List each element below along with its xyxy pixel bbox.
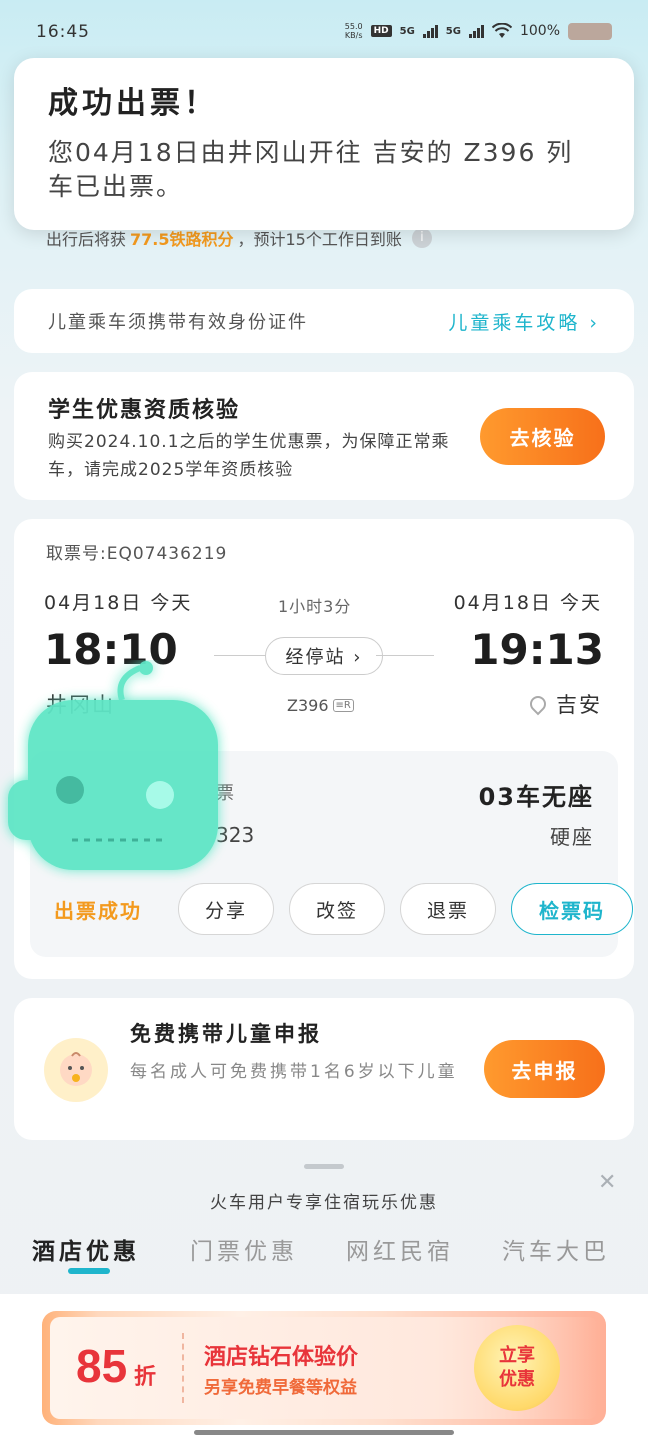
- tab-tickets[interactable]: 门票优惠: [190, 1232, 298, 1266]
- train-number: Z396 ≡R: [287, 696, 354, 715]
- student-verify-card: 学生优惠资质核验 购买2024.10.1之后的学生优惠票，为保障正常乘车，请完成…: [14, 372, 634, 500]
- hotel-promo-banner[interactable]: 85 折 酒店钻石体验价 另享免费早餐等权益 立享优惠: [42, 1311, 606, 1425]
- share-button[interactable]: 分享: [178, 883, 274, 935]
- wifi-icon: [491, 23, 512, 38]
- banner-subtitle: 另享免费早餐等权益: [204, 1378, 357, 1398]
- stops-button[interactable]: 经停站 ›: [265, 637, 383, 675]
- discount-value: 85: [76, 1340, 128, 1392]
- baby-icon: [44, 1038, 108, 1102]
- route-line-right: [376, 655, 434, 656]
- seat-class: 硬座: [550, 825, 594, 849]
- declare-button[interactable]: 去申报: [484, 1040, 605, 1098]
- ticket-number: 取票号:EQ07436219: [46, 544, 228, 564]
- info-icon[interactable]: i: [411, 228, 432, 248]
- child-notice-text: 儿童乘车须携带有效身份证件: [48, 312, 308, 333]
- active-tab-indicator: [68, 1268, 110, 1274]
- trip-duration: 1小时3分: [278, 597, 352, 616]
- free-child-title: 免费携带儿童申报: [130, 1022, 322, 1046]
- battery-icon: [568, 22, 612, 40]
- banner-divider: [182, 1333, 184, 1403]
- discount-unit: 折: [134, 1365, 157, 1390]
- train-type-icon: ≡R: [332, 699, 354, 712]
- promo-title: 火车用户专享住宿玩乐优惠: [210, 1193, 438, 1213]
- tab-homestay[interactable]: 网红民宿: [346, 1232, 454, 1266]
- child-guide-link[interactable]: 儿童乘车攻略 ›: [448, 308, 600, 335]
- sim2-label: 5G: [445, 25, 461, 37]
- child-notice-card: 儿童乘车须携带有效身份证件 儿童乘车攻略 ›: [14, 289, 634, 353]
- notification-body: 您04月18日由井冈山开往 吉安的 Z396 列车已出票。: [48, 138, 574, 201]
- claim-button-label: 立享优惠: [499, 1345, 535, 1390]
- drag-handle[interactable]: [304, 1164, 344, 1169]
- ticket-success-notification[interactable]: 成功出票！ 您04月18日由井冈山开往 吉安的 Z396 列车已出票。: [14, 58, 634, 230]
- notification-title: 成功出票！: [48, 86, 218, 121]
- verify-button[interactable]: 去核验: [480, 408, 605, 465]
- free-child-card: 免费携带儿童申报 每名成人可免费携带1名6岁以下儿童 去申报: [14, 998, 634, 1140]
- train-number-text: Z396: [287, 696, 329, 715]
- arrival-time: 19:13: [470, 625, 604, 674]
- status-indicators: 55.0 KB/s HD 5G 5G 100%: [345, 22, 612, 40]
- hd-icon: HD: [370, 25, 392, 37]
- arrival-date: 04月18日 今天: [453, 592, 602, 614]
- close-icon[interactable]: ✕: [598, 1170, 616, 1195]
- check-code-button[interactable]: 检票码: [511, 883, 633, 935]
- battery-percent: 100%: [519, 23, 560, 39]
- free-child-desc: 每名成人可免费携带1名6岁以下儿童: [130, 1062, 458, 1082]
- status-time: 16:45: [36, 22, 90, 42]
- route-line-left: [214, 655, 272, 656]
- coach-seat: 03车无座: [478, 783, 594, 811]
- sim1-label: 5G: [399, 25, 415, 37]
- arrival-station: 吉安: [526, 689, 602, 719]
- student-title: 学生优惠资质核验: [48, 398, 241, 423]
- claim-button[interactable]: 立享优惠: [474, 1325, 560, 1411]
- signal-icon: [422, 24, 438, 38]
- signal-icon-2: [468, 24, 484, 38]
- student-desc: 购买2024.10.1之后的学生优惠票，为保障正常乘车，请完成2025学年资质核…: [48, 432, 450, 480]
- tab-bus[interactable]: 汽车大巴: [502, 1232, 610, 1266]
- tab-hotel[interactable]: 酒店优惠: [32, 1232, 140, 1266]
- net-speed: 55.0 KB/s: [344, 22, 363, 40]
- baby-face-icon: [60, 1052, 92, 1086]
- departure-date: 04月18日 今天: [44, 592, 193, 614]
- location-pin-icon: [526, 692, 550, 716]
- arrival-station-name: 吉安: [556, 693, 602, 717]
- banner-title: 酒店钻石体验价: [204, 1345, 359, 1370]
- robot-mascot-icon[interactable]: [0, 660, 230, 890]
- refund-button[interactable]: 退票: [400, 883, 496, 935]
- change-ticket-button[interactable]: 改签: [289, 883, 385, 935]
- ticket-status: 出票成功: [54, 899, 142, 923]
- home-indicator[interactable]: [194, 1430, 454, 1435]
